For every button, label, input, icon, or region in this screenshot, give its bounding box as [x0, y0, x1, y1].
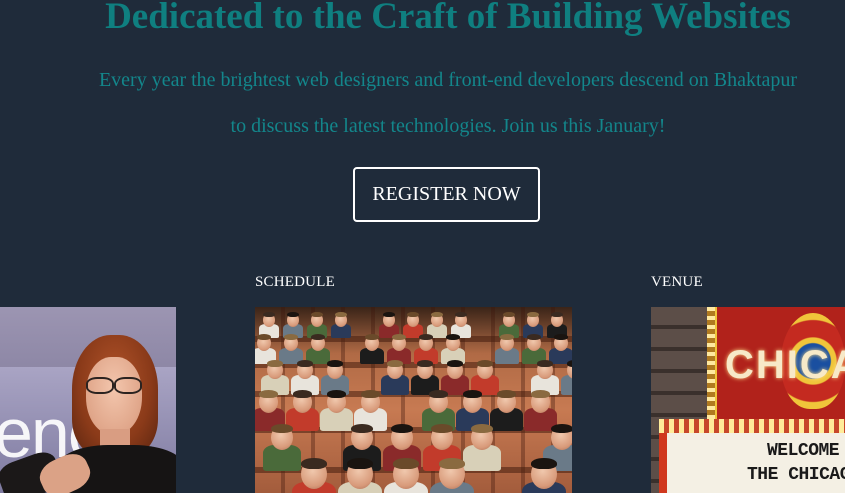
audience-member-hair: [497, 390, 516, 398]
page: Dedicated to the Craft of Building Websi…: [0, 0, 845, 493]
venue-sign-bulbs: [707, 307, 715, 419]
venue-sign-text: CHICAGO: [725, 343, 845, 387]
schedule-label[interactable]: SCHEDULE: [255, 272, 335, 292]
audience-member-hair: [391, 424, 413, 434]
venue-label[interactable]: VENUE: [651, 272, 703, 292]
speaker-glasses: [84, 377, 144, 394]
audience-member-hair: [527, 334, 541, 340]
venue-marquee: WELCOME TO THE CHICAGO THEATRE: [659, 433, 845, 493]
audience-member-hair: [311, 334, 325, 340]
audience-member-hair: [297, 360, 313, 367]
audience-member-hair: [554, 334, 568, 340]
audience-member-hair: [447, 360, 463, 367]
audience-member-hair: [387, 360, 403, 367]
audience-member-hair: [429, 390, 448, 398]
audience-member-hair: [567, 360, 572, 367]
speaker-photo[interactable]: ence: [0, 307, 176, 493]
venue-marquee-lights: [659, 419, 845, 433]
audience-member-hair: [455, 312, 467, 318]
audience-member-hair: [446, 334, 460, 340]
audience-member-hair: [477, 360, 493, 367]
audience-member-hair: [407, 312, 419, 318]
audience-member-hair: [327, 390, 346, 398]
audience-member-body: [561, 375, 572, 395]
marquee-line-2: THE CHICAGO THEATRE: [747, 465, 845, 485]
audience-member-hair: [439, 458, 465, 469]
audience-member-hair: [335, 312, 347, 318]
audience-member-hair: [351, 424, 373, 434]
audience-member-hair: [361, 390, 380, 398]
audience-member-hair: [347, 458, 373, 469]
audience-member-hair: [271, 424, 293, 434]
audience-member-hair: [259, 390, 278, 398]
audience-member-hair: [263, 312, 275, 318]
audience-member-hair: [551, 424, 572, 434]
audience-member-hair: [287, 312, 299, 318]
audience-member-hair: [301, 458, 327, 469]
audience-member-hair: [327, 360, 343, 367]
audience-member-hair: [500, 334, 514, 340]
audience-member-hair: [527, 312, 539, 318]
audience-member-hair: [531, 390, 550, 398]
audience-member-hair: [471, 424, 493, 434]
venue-photo[interactable]: CHICAGO WELCOME TO THE CHICAGO THEATRE: [651, 307, 845, 493]
audience-member-hair: [419, 334, 433, 340]
audience-member-hair: [537, 360, 553, 367]
hero-title: Dedicated to the Craft of Building Websi…: [105, 0, 791, 37]
hero-description: Every year the brightest web designers a…: [98, 69, 798, 137]
audience-member-hair: [311, 312, 323, 318]
audience-member-hair: [431, 424, 453, 434]
audience-member-hair: [551, 312, 563, 318]
audience-member-hair: [417, 360, 433, 367]
register-now-button[interactable]: REGISTER NOW: [353, 167, 540, 222]
audience-member-hair: [503, 312, 515, 318]
audience-member-hair: [431, 312, 443, 318]
audience-member-hair: [383, 312, 395, 318]
marquee-line-1: WELCOME TO: [767, 441, 845, 461]
audience-member-hair: [393, 458, 419, 469]
audience-member-hair: [365, 334, 379, 340]
audience-member-hair: [293, 390, 312, 398]
audience-member-hair: [392, 334, 406, 340]
audience-member-hair: [267, 360, 283, 367]
audience-member-hair: [284, 334, 298, 340]
schedule-photo[interactable]: [255, 307, 572, 493]
audience-member-hair: [463, 390, 482, 398]
audience-member-hair: [257, 334, 271, 340]
audience-member-hair: [531, 458, 557, 469]
speaker-face: [86, 357, 142, 435]
